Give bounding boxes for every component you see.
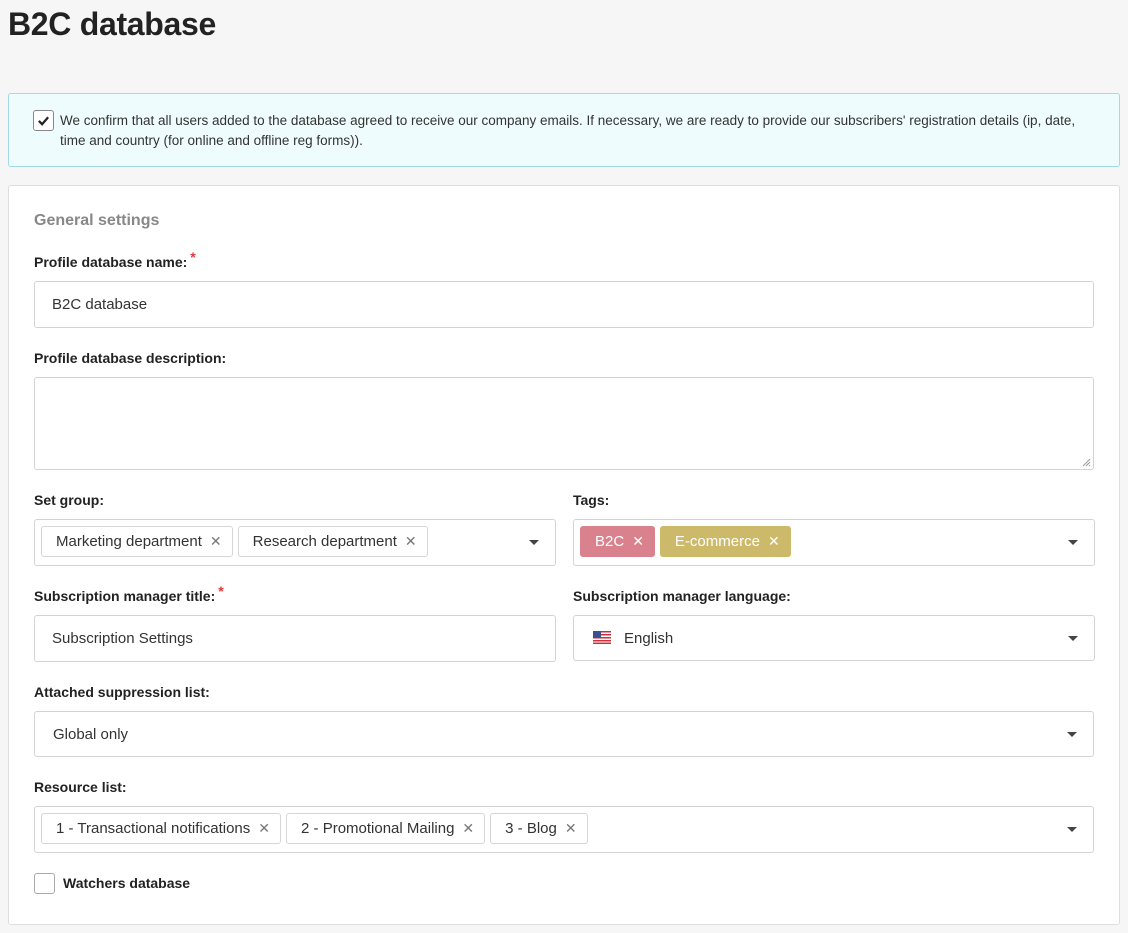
section-title: General settings <box>34 212 160 229</box>
group-chip-label: Research department <box>252 533 397 550</box>
name-input[interactable]: B2C database <box>34 281 1094 328</box>
sm-language-select[interactable]: English <box>573 615 1095 661</box>
tags-select[interactable]: B2C ✕ E-commerce ✕ <box>573 519 1095 566</box>
remove-chip-icon[interactable]: ✕ <box>565 820 577 837</box>
remove-chip-icon[interactable]: ✕ <box>405 533 417 550</box>
us-flag-icon <box>593 631 611 644</box>
remove-chip-icon[interactable]: ✕ <box>768 533 780 550</box>
general-settings-card: General settings Profile database name: *… <box>8 185 1120 925</box>
suppression-select[interactable]: Global only <box>34 711 1094 757</box>
remove-chip-icon[interactable]: ✕ <box>210 533 222 550</box>
sm-language-label: Subscription manager language: <box>573 588 791 604</box>
description-textarea[interactable] <box>34 377 1094 470</box>
consent-text: We confirm that all users added to the d… <box>60 113 1076 148</box>
tag-chip-label: E-commerce <box>674 533 760 550</box>
page-title: B2C database <box>8 6 217 42</box>
name-input-value: B2C database <box>52 296 148 313</box>
group-chip-label: Marketing department <box>56 533 202 550</box>
remove-chip-icon[interactable]: ✕ <box>258 820 270 837</box>
sm-language-value: English <box>624 630 674 647</box>
watchers-checkbox[interactable] <box>34 873 55 894</box>
suppression-value: Global only <box>53 726 129 743</box>
tags-label: Tags: <box>573 492 610 508</box>
name-label-text: Profile database name: <box>34 254 188 270</box>
group-chip: Research department ✕ <box>237 526 428 557</box>
group-label: Set group: <box>34 492 104 508</box>
remove-chip-icon[interactable]: ✕ <box>632 533 644 550</box>
resource-select[interactable]: 1 - Transactional notifications ✕ 2 - Pro… <box>34 806 1094 853</box>
resource-chip: 3 - Blog ✕ <box>490 813 588 844</box>
consent-notice: We confirm that all users added to the d… <box>8 93 1120 167</box>
description-label: Profile database description: <box>34 350 227 366</box>
suppression-label: Attached suppression list: <box>34 684 210 700</box>
required-marker: * <box>218 583 224 599</box>
resize-grip-icon[interactable] <box>1081 457 1091 467</box>
chevron-down-icon[interactable] <box>1067 827 1077 832</box>
resource-label: Resource list: <box>34 779 127 795</box>
resource-chip-label: 3 - Blog <box>505 820 557 837</box>
resource-chip-label: 1 - Transactional notifications <box>56 820 251 837</box>
sm-title-value: Subscription Settings <box>52 630 193 647</box>
checkmark-icon <box>38 116 49 126</box>
name-label: Profile database name: * <box>34 249 196 270</box>
chevron-down-icon[interactable] <box>1068 540 1078 545</box>
sm-title-input[interactable]: Subscription Settings <box>34 615 556 662</box>
required-marker: * <box>190 249 196 265</box>
watchers-label: Watchers database <box>63 875 191 891</box>
group-chip: Marketing department ✕ <box>41 526 233 557</box>
sm-title-label: Subscription manager title: * <box>34 583 224 604</box>
chevron-down-icon[interactable] <box>1068 636 1078 641</box>
resource-chip: 2 - Promotional Mailing ✕ <box>286 813 486 844</box>
resource-chip: 1 - Transactional notifications ✕ <box>41 813 282 844</box>
chevron-down-icon[interactable] <box>529 540 539 545</box>
group-select[interactable]: Marketing department ✕ Research departmen… <box>34 519 556 566</box>
chevron-down-icon[interactable] <box>1067 732 1077 737</box>
sm-title-label-text: Subscription manager title: <box>34 588 216 604</box>
remove-chip-icon[interactable]: ✕ <box>462 820 474 837</box>
resource-chip-label: 2 - Promotional Mailing <box>301 820 455 837</box>
tag-chip-label: B2C <box>595 533 625 550</box>
consent-checkbox[interactable] <box>33 110 54 131</box>
tag-chip: B2C ✕ <box>580 526 655 557</box>
tag-chip: E-commerce ✕ <box>659 526 791 557</box>
